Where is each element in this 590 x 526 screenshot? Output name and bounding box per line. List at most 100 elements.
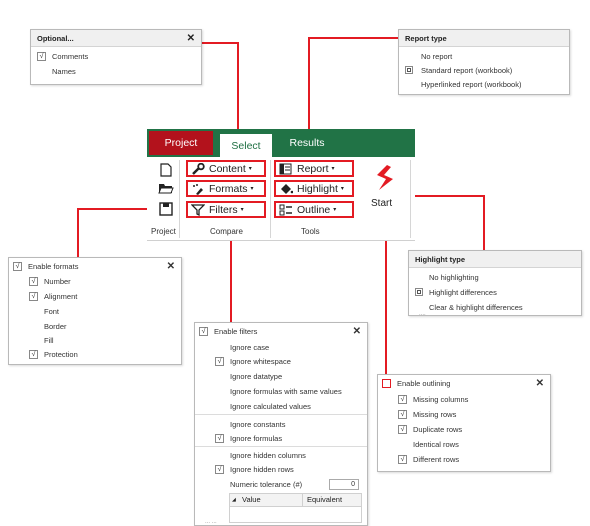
- truncated-text: ... ...: [205, 519, 217, 525]
- checkbox[interactable]: √: [215, 464, 224, 474]
- report-icon: [279, 163, 293, 175]
- filter-ignore-datatype[interactable]: Ignore datatype: [195, 369, 367, 383]
- enable-formats-row[interactable]: √ Enable formats ✕: [9, 259, 181, 273]
- checkbox[interactable]: [382, 378, 391, 388]
- filter-ignore-constants[interactable]: Ignore constants: [195, 417, 367, 431]
- radio-button[interactable]: [405, 66, 413, 74]
- format-number[interactable]: √ Number: [9, 274, 181, 288]
- filter-ignore-whitespace[interactable]: √ Ignore whitespace: [195, 354, 367, 368]
- panel-header: Report type: [399, 30, 569, 47]
- format-fill[interactable]: Fill: [9, 333, 181, 347]
- option-clear-highlight[interactable]: Clear & highlight differences: [409, 300, 581, 314]
- option-label: No report: [421, 51, 453, 61]
- checkbox[interactable]: √: [29, 276, 38, 286]
- column-header-value[interactable]: Value: [242, 494, 303, 506]
- optional-panel: Optional... ✕ √ Comments Names: [30, 29, 202, 85]
- divider: [195, 414, 367, 415]
- option-label: Standard report (workbook): [421, 65, 513, 75]
- wrench-icon: [191, 162, 205, 175]
- option-label: Comments: [52, 51, 89, 61]
- content-button[interactable]: Content ▾: [186, 160, 266, 177]
- outline-button[interactable]: Outline ▾: [274, 201, 354, 218]
- option-comments[interactable]: √ Comments: [31, 49, 201, 63]
- highlight-button[interactable]: Highlight ▾: [274, 180, 354, 197]
- group-divider: [179, 160, 180, 238]
- panel-title: Highlight type: [415, 254, 465, 264]
- sort-icon: ◢: [232, 497, 236, 503]
- filter-ignore-formulas[interactable]: √ Ignore formulas: [195, 431, 367, 445]
- tab-select[interactable]: Select: [220, 134, 272, 158]
- start-button[interactable]: Start: [362, 163, 406, 213]
- enable-outlining-row[interactable]: Enable outlining ✕: [378, 376, 550, 390]
- filter-ignore-case[interactable]: Ignore case: [195, 340, 367, 354]
- close-icon[interactable]: ✕: [167, 261, 175, 272]
- checkbox[interactable]: √: [29, 291, 38, 301]
- filter-ignore-hidden-rows[interactable]: √ Ignore hidden rows: [195, 462, 367, 476]
- filter-ignore-hidden-columns[interactable]: Ignore hidden columns: [195, 448, 367, 462]
- group-label-project: Project: [151, 227, 176, 236]
- option-names[interactable]: Names: [31, 64, 201, 78]
- panel-header: Optional... ✕: [31, 30, 201, 47]
- tab-results[interactable]: Results: [281, 131, 333, 155]
- outline-missing-columns[interactable]: √ Missing columns: [378, 392, 550, 406]
- filters-button[interactable]: Filters ▾: [186, 201, 266, 218]
- checkbox[interactable]: √: [398, 454, 407, 464]
- save-icon[interactable]: [159, 202, 173, 216]
- outline-different-rows[interactable]: √ Different rows: [378, 452, 550, 466]
- option-label: Names: [52, 66, 76, 76]
- formats-button[interactable]: Formats ▾: [186, 180, 266, 197]
- divider: [195, 446, 367, 447]
- option-label: Hyperlinked report (workbook): [421, 79, 522, 89]
- checkbox[interactable]: √: [199, 326, 208, 336]
- filter-ignore-calculated-values[interactable]: Ignore calculated values: [195, 399, 367, 413]
- new-file-icon[interactable]: [160, 163, 172, 177]
- checkbox[interactable]: √: [398, 409, 407, 419]
- option-highlight-differences[interactable]: Highlight differences: [409, 285, 581, 299]
- panel-header: Highlight type: [409, 251, 581, 268]
- truncated-text: ....: [419, 311, 426, 317]
- connector-line: [483, 195, 485, 255]
- chevron-down-icon: ▾: [340, 186, 344, 192]
- formats-panel: √ Enable formats ✕ √ Number √ Alignment …: [8, 257, 182, 365]
- panel-title: Report type: [405, 33, 447, 43]
- chevron-down-icon: ▾: [240, 207, 244, 213]
- report-type-panel: Report type No report Standard report (w…: [398, 29, 570, 95]
- checkbox[interactable]: √: [398, 424, 407, 434]
- close-icon[interactable]: ✕: [187, 33, 195, 44]
- outlining-panel: Enable outlining ✕ √ Missing columns √ M…: [377, 374, 551, 472]
- checkbox[interactable]: √: [215, 356, 224, 366]
- connector-line: [308, 37, 398, 39]
- open-folder-icon[interactable]: [158, 182, 174, 194]
- panel-title: Enable outlining: [397, 378, 451, 388]
- format-alignment[interactable]: √ Alignment: [9, 289, 181, 303]
- radio-button[interactable]: [415, 288, 423, 296]
- numeric-tolerance-input[interactable]: 0: [329, 478, 359, 490]
- option-standard-report[interactable]: Standard report (workbook): [399, 63, 569, 77]
- enable-filters-row[interactable]: √ Enable filters ✕: [195, 324, 367, 338]
- checkbox[interactable]: √: [37, 51, 46, 61]
- option-no-report[interactable]: No report: [399, 49, 569, 63]
- panel-title: Optional...: [37, 33, 74, 43]
- funnel-icon: [191, 203, 205, 216]
- checkbox[interactable]: √: [215, 433, 224, 443]
- option-hyperlinked-report[interactable]: Hyperlinked report (workbook): [399, 77, 569, 91]
- chevron-down-icon: ▾: [248, 166, 252, 172]
- filter-ignore-formulas-same-values[interactable]: Ignore formulas with same values: [195, 384, 367, 398]
- close-icon[interactable]: ✕: [353, 326, 361, 337]
- option-no-highlighting[interactable]: No highlighting: [409, 270, 581, 284]
- tab-project[interactable]: Project: [149, 131, 213, 155]
- outline-duplicate-rows[interactable]: √ Duplicate rows: [378, 422, 550, 436]
- outline-identical-rows[interactable]: Identical rows: [378, 437, 550, 451]
- group-divider: [410, 160, 411, 238]
- format-border[interactable]: Border: [9, 319, 181, 333]
- checkbox[interactable]: √: [29, 349, 38, 359]
- report-button[interactable]: Report ▾: [274, 160, 354, 177]
- chevron-down-icon: ▾: [331, 166, 335, 172]
- column-header-equivalent[interactable]: Equivalent: [303, 494, 342, 506]
- format-protection[interactable]: √ Protection: [9, 347, 181, 361]
- format-font[interactable]: Font: [9, 304, 181, 318]
- checkbox[interactable]: √: [13, 261, 22, 271]
- outline-missing-rows[interactable]: √ Missing rows: [378, 407, 550, 421]
- checkbox[interactable]: √: [398, 394, 407, 404]
- close-icon[interactable]: ✕: [536, 378, 544, 389]
